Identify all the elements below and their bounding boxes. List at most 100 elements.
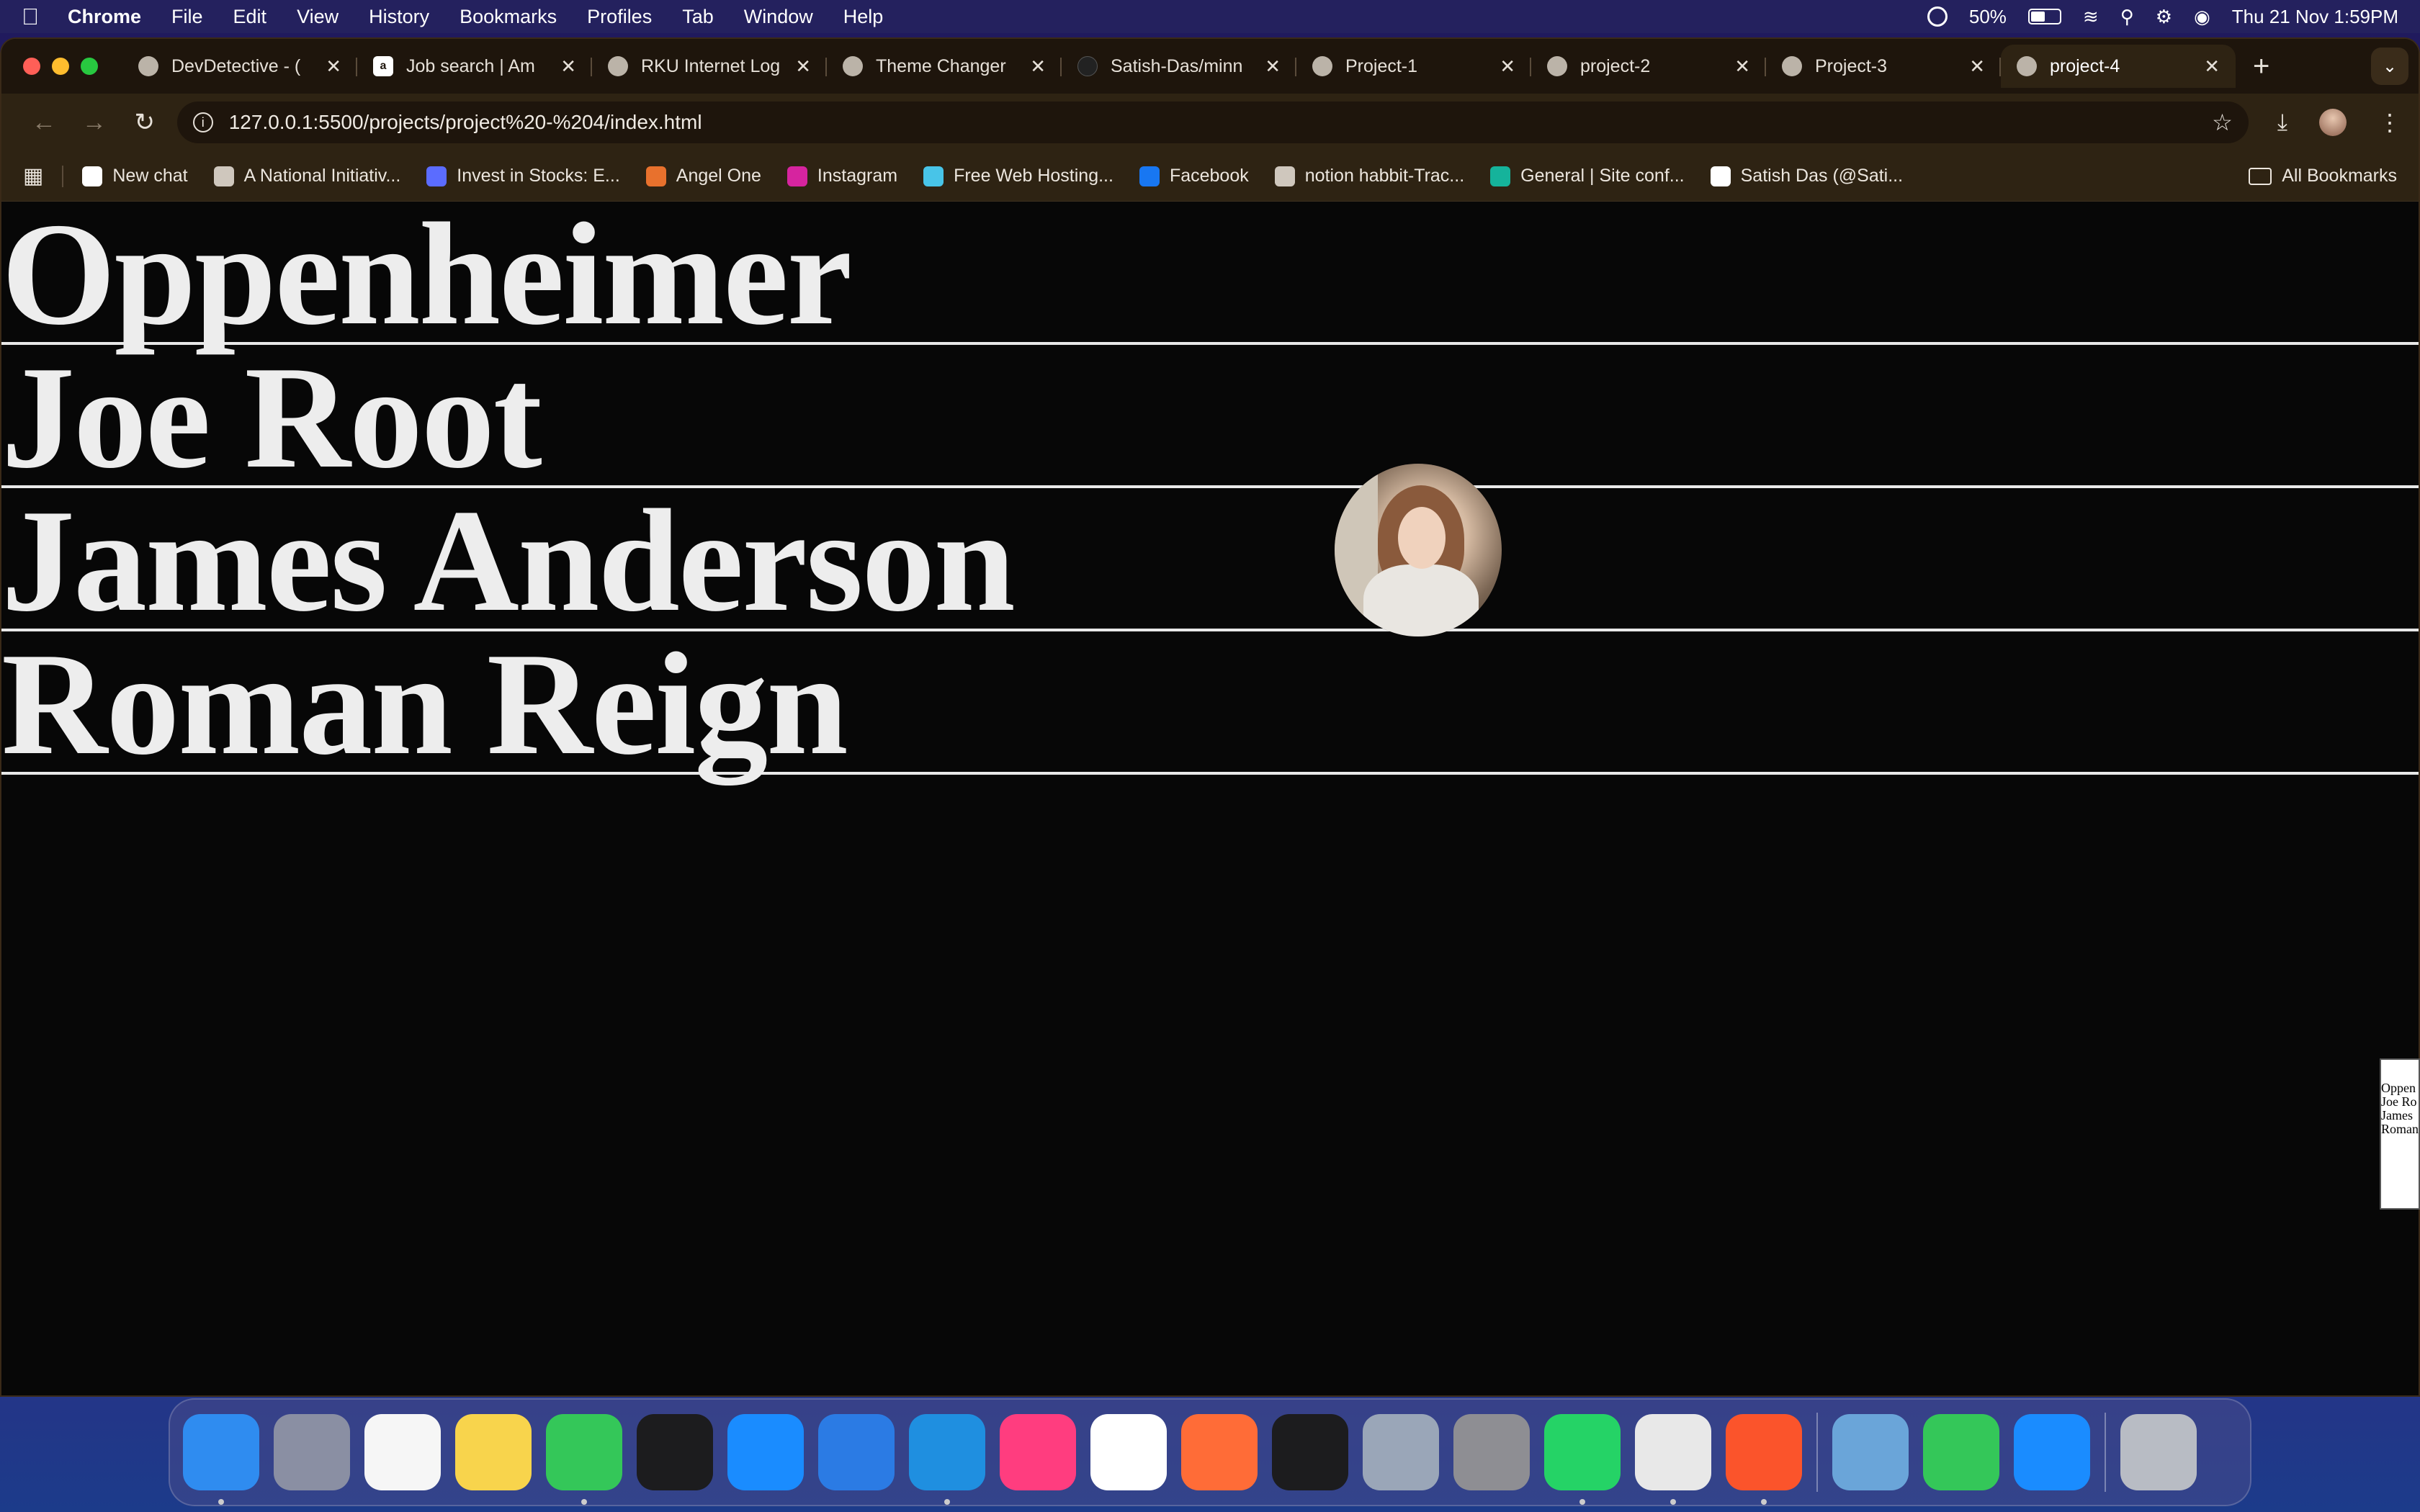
- notes-icon[interactable]: [455, 1414, 532, 1490]
- back-arrow-icon[interactable]: ←: [19, 109, 69, 137]
- menu-bookmarks[interactable]: Bookmarks: [460, 6, 557, 28]
- address-bar[interactable]: i 127.0.0.1:5500/projects/project%20-%20…: [176, 102, 2249, 143]
- menu-edit[interactable]: Edit: [233, 6, 267, 28]
- close-tab-icon[interactable]: ✕: [1734, 55, 1750, 78]
- row-title: Joe Root: [1, 336, 542, 499]
- chrome-icon[interactable]: [1635, 1414, 1711, 1505]
- name-row-oppenheimer[interactable]: Oppenheimer: [1, 201, 2419, 348]
- profile-avatar-icon[interactable]: [2319, 109, 2347, 136]
- bookmark-item[interactable]: Instagram: [786, 166, 897, 186]
- name-row-james-anderson[interactable]: James Anderson: [1, 487, 2419, 634]
- whatsapp-icon[interactable]: [1544, 1414, 1621, 1505]
- download-icon[interactable]: ⤓: [2277, 109, 2287, 136]
- close-tab-icon[interactable]: ✕: [1265, 55, 1281, 78]
- tab-project-4[interactable]: project-4 ✕: [2001, 45, 2236, 88]
- wifi-icon[interactable]: ≋: [2083, 6, 2099, 28]
- postman-icon[interactable]: [1181, 1414, 1258, 1490]
- close-tab-icon[interactable]: ✕: [2204, 55, 2220, 78]
- all-bookmarks-button[interactable]: All Bookmarks: [2249, 166, 2397, 186]
- battery-icon[interactable]: [2027, 9, 2061, 24]
- bookmark-item[interactable]: A National Initiativ...: [213, 166, 400, 186]
- control-center-icon[interactable]: ⚙: [2156, 6, 2172, 28]
- menubar-clock[interactable]: Thu 21 Nov 1:59PM: [2232, 6, 2398, 28]
- launchpad-icon[interactable]: [274, 1414, 350, 1490]
- close-tab-icon[interactable]: ✕: [560, 55, 576, 78]
- terminal-icon[interactable]: [637, 1414, 713, 1490]
- xcode-simulator-icon[interactable]: [2014, 1414, 2090, 1490]
- name-row-roman-reign[interactable]: Roman Reign: [1, 631, 2419, 778]
- tab-title: Project-3: [1815, 55, 1888, 76]
- facetime-icon[interactable]: [1923, 1414, 1999, 1490]
- tab-project-3[interactable]: Project-3 ✕: [1766, 45, 2001, 88]
- screenshot-thumbnail-preview[interactable]: Oppen Joe Ro James Roman: [2380, 1058, 2420, 1210]
- vscode-icon[interactable]: [909, 1414, 985, 1505]
- bookmark-item[interactable]: New chat: [82, 166, 188, 186]
- more-menu-icon[interactable]: ⋮: [2378, 109, 2401, 136]
- tab-devdetective[interactable]: DevDetective - ( ✕: [122, 45, 357, 88]
- menu-view[interactable]: View: [297, 6, 339, 28]
- bookmark-item[interactable]: General | Site conf...: [1490, 166, 1685, 186]
- bookmark-item[interactable]: notion habbit-Trac...: [1274, 166, 1464, 186]
- spotlight-search-icon[interactable]: ⚲: [2120, 6, 2134, 28]
- menu-window[interactable]: Window: [744, 6, 813, 28]
- menu-help[interactable]: Help: [843, 6, 884, 28]
- apple-icon[interactable]: : [22, 4, 39, 30]
- close-tab-icon[interactable]: ✕: [1500, 55, 1515, 78]
- url-text[interactable]: 127.0.0.1:5500/projects/project%20-%204/…: [229, 111, 702, 134]
- bookmark-star-icon[interactable]: ☆: [2212, 109, 2233, 136]
- forward-arrow-icon[interactable]: →: [69, 109, 120, 137]
- github-icon: [1077, 56, 1098, 76]
- app-store-icon[interactable]: [727, 1414, 804, 1490]
- close-tab-icon[interactable]: ✕: [1030, 55, 1046, 78]
- close-tab-icon[interactable]: ✕: [1969, 55, 1985, 78]
- bookmark-item[interactable]: Free Web Hosting...: [923, 166, 1113, 186]
- name-row-joe-root[interactable]: Joe Root: [1, 344, 2419, 491]
- mongodb-compass-icon[interactable]: [1090, 1414, 1167, 1490]
- fullscreen-window-button[interactable]: [81, 58, 98, 75]
- now-playing-icon[interactable]: [1927, 6, 1948, 27]
- messages-icon[interactable]: [546, 1414, 622, 1505]
- row-title: Oppenheimer: [1, 193, 852, 356]
- menu-tab[interactable]: Tab: [682, 6, 714, 28]
- globe-icon: [608, 56, 628, 76]
- siri-icon[interactable]: ◉: [2194, 6, 2210, 28]
- intellij-icon[interactable]: [1000, 1414, 1076, 1490]
- running-indicator: [1670, 1499, 1676, 1505]
- finder-icon[interactable]: [183, 1414, 259, 1505]
- bookmark-label: Satish Das (@Sati...: [1740, 166, 1904, 186]
- tab-theme-changer[interactable]: Theme Changer ✕: [827, 45, 1062, 88]
- menu-history[interactable]: History: [369, 6, 429, 28]
- thumbnail-line: Roman: [2381, 1122, 2419, 1136]
- system-settings-icon[interactable]: [1453, 1414, 1530, 1490]
- preview-icon[interactable]: [1832, 1414, 1909, 1490]
- tab-rku-internet[interactable]: RKU Internet Log ✕: [592, 45, 827, 88]
- tab-project-1[interactable]: Project-1 ✕: [1296, 45, 1531, 88]
- apps-grid-icon[interactable]: ▦: [23, 163, 43, 189]
- brave-icon[interactable]: [1726, 1414, 1802, 1505]
- xcode-icon[interactable]: [818, 1414, 895, 1490]
- menu-profiles[interactable]: Profiles: [587, 6, 652, 28]
- site-info-icon[interactable]: i: [192, 112, 213, 132]
- tab-project-2[interactable]: project-2 ✕: [1531, 45, 1766, 88]
- bookmark-item[interactable]: Invest in Stocks: E...: [426, 166, 620, 186]
- minimize-window-button[interactable]: [52, 58, 69, 75]
- bookmark-item[interactable]: Facebook: [1139, 166, 1249, 186]
- close-window-button[interactable]: [23, 58, 40, 75]
- reload-icon[interactable]: ↻: [120, 108, 170, 137]
- tab-job-search[interactable]: a Job search | Am ✕: [357, 45, 592, 88]
- bookmark-item[interactable]: Satish Das (@Sati...: [1710, 166, 1904, 186]
- tab-github[interactable]: Satish-Das/minn ✕: [1062, 45, 1296, 88]
- photos-icon[interactable]: [364, 1414, 441, 1490]
- quicktime-icon[interactable]: [1363, 1414, 1439, 1490]
- menu-app-name[interactable]: Chrome: [68, 6, 141, 28]
- running-indicator: [944, 1499, 950, 1505]
- close-tab-icon[interactable]: ✕: [326, 55, 341, 78]
- tab-search-chevron-icon[interactable]: ⌄: [2371, 48, 2408, 85]
- menu-file[interactable]: File: [171, 6, 203, 28]
- bookmark-item[interactable]: Angel One: [645, 166, 761, 186]
- globe-icon: [138, 56, 158, 76]
- trash-icon[interactable]: [2120, 1414, 2197, 1490]
- new-tab-button[interactable]: +: [2253, 50, 2269, 83]
- close-tab-icon[interactable]: ✕: [795, 55, 811, 78]
- apple-tv-icon[interactable]: [1272, 1414, 1348, 1490]
